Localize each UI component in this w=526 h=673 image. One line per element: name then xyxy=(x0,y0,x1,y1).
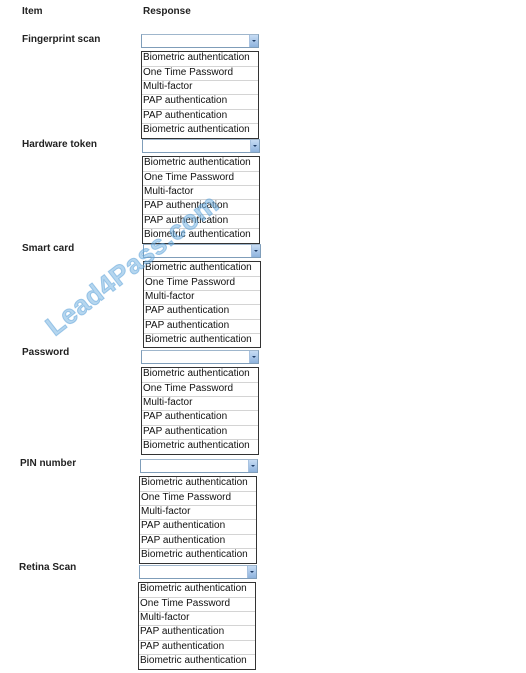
option-item[interactable]: One Time Password xyxy=(139,598,255,612)
dropdown-arrow-icon[interactable] xyxy=(251,245,260,257)
dropdown-arrow-icon[interactable] xyxy=(249,35,258,47)
response-select-hardware-token[interactable] xyxy=(142,139,260,153)
option-item[interactable]: PAP authentication xyxy=(142,426,258,440)
option-item[interactable]: PAP authentication xyxy=(143,215,259,229)
option-item[interactable]: Multi-factor xyxy=(139,612,255,626)
option-item[interactable]: Biometric authentication xyxy=(139,583,255,598)
option-item[interactable]: One Time Password xyxy=(142,67,258,81)
option-item[interactable]: PAP authentication xyxy=(142,411,258,426)
option-item[interactable]: PAP authentication xyxy=(139,626,255,641)
item-label-retina-scan: Retina Scan xyxy=(19,562,77,573)
options-list-smart-card: Biometric authentication One Time Passwo… xyxy=(143,261,261,348)
option-item[interactable]: PAP authentication xyxy=(139,641,255,655)
options-list-pin-number: Biometric authentication One Time Passwo… xyxy=(139,476,257,564)
response-select-password[interactable] xyxy=(141,350,259,364)
option-item[interactable]: Biometric authentication xyxy=(139,655,255,669)
response-select-fingerprint-scan[interactable] xyxy=(141,34,259,48)
option-item[interactable]: Multi-factor xyxy=(143,186,259,200)
option-item[interactable]: PAP authentication xyxy=(142,110,258,124)
item-label-hardware-token: Hardware token xyxy=(22,139,98,150)
response-select-pin-number[interactable] xyxy=(140,459,258,473)
options-list-hardware-token: Biometric authentication One Time Passwo… xyxy=(142,156,260,244)
option-item[interactable]: Biometric authentication xyxy=(144,334,260,347)
option-item[interactable]: Biometric authentication xyxy=(140,477,256,492)
item-label-pin-number: PIN number xyxy=(20,458,77,469)
option-item[interactable]: Multi-factor xyxy=(142,81,258,95)
dropdown-arrow-icon[interactable] xyxy=(249,351,258,363)
column-header-item: Item xyxy=(22,6,43,17)
option-item[interactable]: Multi-factor xyxy=(144,291,260,305)
item-label-fingerprint-scan: Fingerprint scan xyxy=(22,34,101,45)
options-list-retina-scan: Biometric authentication One Time Passwo… xyxy=(138,582,256,670)
option-item[interactable]: PAP authentication xyxy=(142,95,258,110)
option-item[interactable]: One Time Password xyxy=(144,277,260,291)
option-item[interactable]: Biometric authentication xyxy=(142,124,258,138)
response-select-retina-scan[interactable] xyxy=(139,565,257,579)
option-item[interactable]: PAP authentication xyxy=(144,320,260,334)
column-header-response: Response xyxy=(143,6,191,17)
option-item[interactable]: Biometric authentication xyxy=(144,262,260,277)
option-item[interactable]: Biometric authentication xyxy=(142,440,258,454)
dropdown-arrow-icon[interactable] xyxy=(250,140,259,152)
option-item[interactable]: One Time Password xyxy=(142,383,258,397)
option-item[interactable]: PAP authentication xyxy=(144,305,260,320)
option-item[interactable]: Biometric authentication xyxy=(142,368,258,383)
item-label-password: Password xyxy=(22,347,70,358)
response-select-smart-card[interactable] xyxy=(143,244,261,258)
option-item[interactable]: PAP authentication xyxy=(140,520,256,535)
dropdown-arrow-icon[interactable] xyxy=(248,460,257,472)
option-item[interactable]: One Time Password xyxy=(140,492,256,506)
option-item[interactable]: PAP authentication xyxy=(140,535,256,549)
item-label-smart-card: Smart card xyxy=(22,243,75,254)
dropdown-arrow-icon[interactable] xyxy=(247,566,256,578)
option-item[interactable]: One Time Password xyxy=(143,172,259,186)
option-item[interactable]: PAP authentication xyxy=(143,200,259,215)
option-item[interactable]: Biometric authentication xyxy=(143,157,259,172)
option-item[interactable]: Biometric authentication xyxy=(140,549,256,563)
options-list-password: Biometric authentication One Time Passwo… xyxy=(141,367,259,455)
option-item[interactable]: Biometric authentication xyxy=(142,52,258,67)
options-list-fingerprint-scan: Biometric authentication One Time Passwo… xyxy=(141,51,259,139)
option-item[interactable]: Multi-factor xyxy=(140,506,256,520)
option-item[interactable]: Multi-factor xyxy=(142,397,258,411)
option-item[interactable]: Biometric authentication xyxy=(143,229,259,243)
